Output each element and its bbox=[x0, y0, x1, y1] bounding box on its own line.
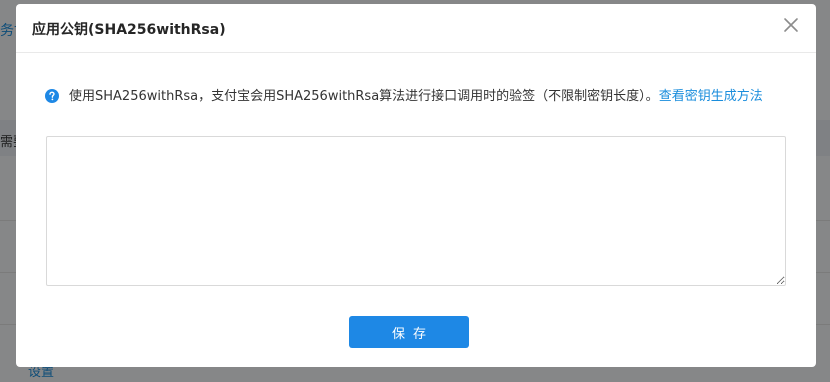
key-generation-link[interactable]: 查看密钥生成方法 bbox=[659, 89, 763, 104]
public-key-modal: 应用公钥(SHA256withRsa) 使用SHA256withRsa，支付宝会… bbox=[16, 4, 816, 367]
modal-header: 应用公钥(SHA256withRsa) bbox=[16, 4, 816, 53]
close-icon[interactable] bbox=[782, 16, 800, 34]
notice-block: 使用SHA256withRsa，支付宝会用SHA256withRsa算法进行接口… bbox=[45, 86, 789, 107]
save-button[interactable]: 保存 bbox=[349, 316, 469, 348]
modal-title: 应用公钥(SHA256withRsa) bbox=[32, 22, 226, 38]
public-key-textarea[interactable] bbox=[46, 136, 786, 286]
notice-paragraph: 使用SHA256withRsa，支付宝会用SHA256withRsa算法进行接口… bbox=[45, 86, 789, 107]
notice-text: 使用SHA256withRsa，支付宝会用SHA256withRsa算法进行接口… bbox=[69, 89, 659, 104]
